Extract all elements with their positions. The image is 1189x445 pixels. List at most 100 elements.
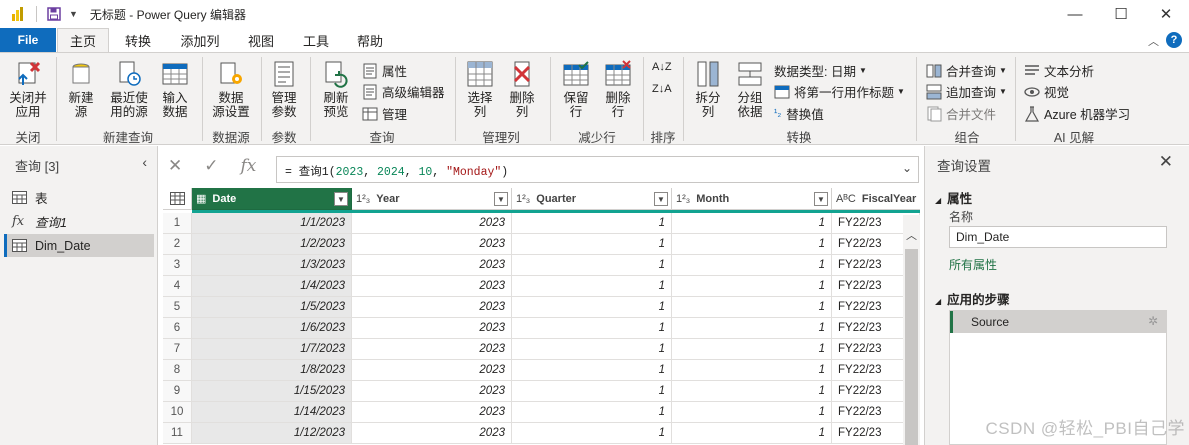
table-cell[interactable]: 1 <box>672 234 832 255</box>
table-cell[interactable]: 2023 <box>352 255 512 276</box>
row-number[interactable]: 2 <box>163 234 192 255</box>
row-number[interactable]: 6 <box>163 318 192 339</box>
advanced-editor-button[interactable]: 高级编辑器 <box>362 82 445 101</box>
table-cell[interactable]: 1 <box>512 255 672 276</box>
row-number[interactable]: 1 <box>163 213 192 234</box>
append-queries-button[interactable]: 追加查询 ▼ <box>926 82 1007 101</box>
sort-descending-button[interactable]: Z↓A <box>652 83 672 95</box>
quick-access-dropdown-icon[interactable]: ▼ <box>69 9 78 19</box>
whole-number-type-icon[interactable]: 1²₃ <box>356 193 370 205</box>
table-cell[interactable]: 1 <box>672 381 832 402</box>
query-item-table[interactable]: 表 <box>4 186 154 209</box>
tab-help[interactable]: 帮助 <box>347 28 393 52</box>
table-cell[interactable]: 1 <box>512 423 672 444</box>
choose-columns-button[interactable]: 选择 列 <box>460 59 500 119</box>
table-cell[interactable]: 1 <box>672 402 832 423</box>
combine-files-button[interactable]: 合并文件 <box>926 104 996 123</box>
properties-button[interactable]: 属性 <box>362 61 407 80</box>
table-cell[interactable]: 2023 <box>352 381 512 402</box>
column-header-month[interactable]: 1²₃ Month ▼ <box>672 188 832 210</box>
column-header-year[interactable]: 1²₃ Year ▼ <box>352 188 512 210</box>
whole-number-type-icon[interactable]: 1²₃ <box>516 193 530 205</box>
table-cell[interactable]: 1/15/2023 <box>192 381 352 402</box>
table-cell[interactable]: 1/14/2023 <box>192 402 352 423</box>
table-cell[interactable]: 1/7/2023 <box>192 339 352 360</box>
use-first-row-headers-button[interactable]: 将第一行用作标题 ▼ <box>774 82 905 101</box>
manage-parameters-button[interactable]: 管理 参数 <box>264 59 304 119</box>
table-cell[interactable]: 2023 <box>352 423 512 444</box>
query-name-field[interactable]: Dim_Date <box>949 226 1167 248</box>
table-cell[interactable]: 1 <box>672 423 832 444</box>
table-cell[interactable]: 2023 <box>352 234 512 255</box>
azure-ml-button[interactable]: Azure 机器学习 <box>1024 104 1130 123</box>
vision-button[interactable]: 视觉 <box>1024 82 1069 101</box>
row-number[interactable]: 10 <box>163 402 192 423</box>
table-cell[interactable]: 1 <box>672 276 832 297</box>
query-item-dim-date[interactable]: Dim_Date <box>4 234 154 257</box>
tab-transform[interactable]: 转换 <box>113 28 163 52</box>
table-cell[interactable]: 1/3/2023 <box>192 255 352 276</box>
table-cell[interactable]: 1/8/2023 <box>192 360 352 381</box>
table-cell[interactable]: 1/4/2023 <box>192 276 352 297</box>
remove-rows-button[interactable]: 删除 行 <box>598 59 638 119</box>
column-header-date[interactable]: ▦ Date ▼ <box>192 188 352 210</box>
close-button[interactable]: ✕ <box>1143 0 1189 28</box>
row-number[interactable]: 11 <box>163 423 192 444</box>
filter-dropdown-icon[interactable]: ▼ <box>334 192 348 206</box>
table-cell[interactable]: 1 <box>512 402 672 423</box>
column-header-quarter[interactable]: 1²₃ Quarter ▼ <box>512 188 672 210</box>
replace-values-button[interactable]: ¹₂ 替换值 <box>774 104 824 123</box>
table-cell[interactable]: 1 <box>672 318 832 339</box>
table-cell[interactable]: 1 <box>672 360 832 381</box>
save-icon[interactable] <box>47 7 61 21</box>
step-settings-gear-icon[interactable]: ✲ <box>1148 314 1158 328</box>
column-header-fiscalyear[interactable]: AᴮC FiscalYear <box>832 188 920 210</box>
all-properties-link[interactable]: 所有属性 <box>949 256 997 273</box>
applied-step-source[interactable]: Source ✲ <box>950 311 1166 333</box>
remove-columns-button[interactable]: 删除 列 <box>502 59 542 119</box>
row-number[interactable]: 9 <box>163 381 192 402</box>
sort-ascending-button[interactable]: A↓Z <box>652 61 672 73</box>
filter-dropdown-icon[interactable]: ▼ <box>654 192 668 206</box>
row-number[interactable]: 8 <box>163 360 192 381</box>
table-cell[interactable]: 1/5/2023 <box>192 297 352 318</box>
fx-icon[interactable]: fx <box>241 156 257 176</box>
table-cell[interactable]: 1 <box>672 255 832 276</box>
close-pane-icon[interactable]: ✕ <box>1159 152 1173 172</box>
maximize-button[interactable]: ☐ <box>1098 0 1144 28</box>
group-by-button[interactable]: 分组 依据 <box>730 59 770 119</box>
manage-button[interactable]: 管理 <box>362 104 407 123</box>
commit-icon[interactable]: ✓ <box>204 156 218 176</box>
data-source-settings-button[interactable]: 数据 源设置 <box>206 59 256 119</box>
row-number[interactable]: 3 <box>163 255 192 276</box>
table-cell[interactable]: 2023 <box>352 402 512 423</box>
applied-steps-section-header[interactable]: ◢ 应用的步骤 <box>935 289 1010 308</box>
table-cell[interactable]: 1 <box>512 213 672 234</box>
vertical-scrollbar[interactable]: ︿ <box>903 215 920 445</box>
refresh-preview-button[interactable]: 刷新 预览 <box>314 59 358 119</box>
tab-file[interactable]: File <box>0 28 56 52</box>
tab-add-column[interactable]: 添加列 <box>170 28 230 52</box>
collapse-pane-icon[interactable]: ‹ <box>142 154 147 170</box>
tab-home[interactable]: 主页 <box>57 28 109 52</box>
row-number[interactable]: 4 <box>163 276 192 297</box>
help-icon[interactable]: ? <box>1166 32 1182 48</box>
table-cell[interactable]: 1 <box>512 318 672 339</box>
tab-view[interactable]: 视图 <box>238 28 284 52</box>
close-apply-button[interactable]: 关闭并 应用 <box>4 59 52 119</box>
filter-dropdown-icon[interactable]: ▼ <box>814 192 828 206</box>
table-cell[interactable]: 1 <box>512 381 672 402</box>
table-cell[interactable]: 1 <box>672 339 832 360</box>
tab-tools[interactable]: 工具 <box>293 28 339 52</box>
row-number[interactable]: 5 <box>163 297 192 318</box>
table-cell[interactable]: 1 <box>512 339 672 360</box>
text-analytics-button[interactable]: 文本分析 <box>1024 61 1094 80</box>
table-cell[interactable]: 2023 <box>352 339 512 360</box>
scrollbar-thumb[interactable] <box>905 249 918 445</box>
table-cell[interactable]: 1/12/2023 <box>192 423 352 444</box>
table-cell[interactable]: 1 <box>672 213 832 234</box>
scroll-up-icon[interactable]: ︿ <box>906 227 917 243</box>
date-type-icon[interactable]: ▦ <box>196 192 206 205</box>
whole-number-type-icon[interactable]: 1²₃ <box>676 193 690 205</box>
table-menu-button[interactable] <box>163 188 192 210</box>
